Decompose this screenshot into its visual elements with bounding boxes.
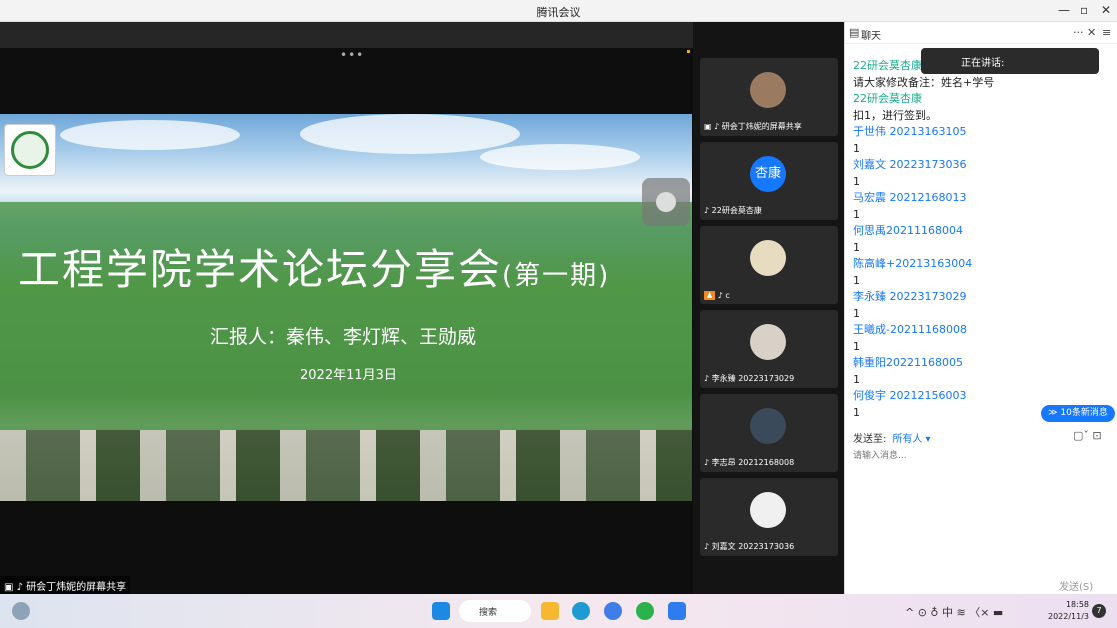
start-icon[interactable] — [432, 602, 450, 620]
participant-name: ♪ 刘嘉文 20223173036 — [704, 542, 795, 551]
chat-sender-name: 刘嘉文 20223173036 — [853, 158, 967, 171]
chat-message-text: 1 — [853, 141, 860, 155]
more-options-icon[interactable]: ••• — [340, 48, 364, 62]
close-button[interactable]: ✕ — [1101, 3, 1111, 17]
chat-sender-name: 于世伟 20213163105 — [853, 125, 967, 138]
chat-panel: ▤ 聊天 ··· ✕ ≡ 22研会莫杏康 请大家修改备注：姓名+学号 22研会莫杏康… — [844, 22, 1117, 594]
chat-sender-name: 何俊宇 20212156003 — [853, 389, 967, 402]
chat-message-text: 1 — [853, 339, 860, 353]
avatar — [750, 408, 786, 444]
chat-message-text: 1 — [853, 372, 860, 386]
participant-name: ♟ ♪ c — [704, 291, 730, 300]
file-explorer-icon[interactable] — [541, 602, 559, 620]
browser-icon[interactable] — [604, 602, 622, 620]
cloud-shape — [480, 144, 640, 170]
chat-sender-name: 何思禹20211168004 — [853, 224, 963, 237]
participant-tile[interactable]: ♪ 李永臻 20223173029 — [700, 310, 838, 388]
weather-icon[interactable] — [12, 602, 30, 620]
slide-reporter: 汇报人：秦伟、李灯辉、王勋威 — [210, 326, 477, 348]
avatar — [750, 492, 786, 528]
participant-tile[interactable]: ▣ ♪ 研会丁炜妮的屏幕共享 — [700, 58, 838, 136]
chat-sender-name: 李永臻 20223173029 — [853, 290, 967, 303]
system-tray[interactable]: ^ ⊙ ♁ 中 ≋ 〈× ▬ — [905, 604, 1003, 620]
participant-name: ▣ ♪ 研会丁炜妮的屏幕共享 — [704, 122, 802, 131]
chat-icon: ▤ — [849, 26, 860, 39]
shared-screen-area: ••• 工程学院学术论坛分享会(第一期) 汇报人：秦伟、李灯辉、王勋威 2022… — [0, 22, 693, 594]
screen-share-label: ▣ ♪ 研会丁炜妮的屏幕共享 — [0, 576, 130, 594]
participant-name: ♪ 李志昂 20212168008 — [704, 458, 795, 467]
chat-message-text: 扣1，进行签到。 — [853, 108, 937, 122]
chat-sender-name: 陈高峰+20213163004 — [853, 257, 973, 270]
participant-strip: ▣ ♪ 研会丁炜妮的屏幕共享 杏康 ♪ 22研会莫杏康 ♟ ♪ c ♪ 李永臻 … — [693, 22, 844, 594]
chat-header: ▤ 聊天 ··· ✕ ≡ — [845, 22, 1117, 44]
tencent-meeting-icon[interactable] — [668, 602, 686, 620]
file-icon[interactable]: ▢ˇ — [1073, 429, 1089, 442]
message-input[interactable] — [853, 448, 1108, 464]
avatar: 杏康 — [750, 156, 786, 192]
chat-message-list[interactable]: 22研会莫杏康 请大家修改备注：姓名+学号 22研会莫杏康 扣1，进行签到。 于世伟 2… — [853, 58, 1108, 421]
avatar — [750, 240, 786, 276]
chat-message-text: 1 — [853, 174, 860, 188]
chat-sender-name: 马宏震 20212168013 — [853, 191, 967, 204]
wechat-icon[interactable] — [636, 602, 654, 620]
clock[interactable]: 18:58 2022/11/3 — [1048, 599, 1089, 623]
close-icon[interactable]: ✕ — [1087, 26, 1096, 39]
participant-tile[interactable]: ♪ 刘嘉文 20223173036 — [700, 478, 838, 556]
participant-name: ♪ 22研会莫杏康 — [704, 206, 762, 215]
chat-message-text: 1 — [853, 240, 860, 254]
main-top-bar — [0, 22, 693, 48]
slide-photo-gate — [0, 430, 692, 501]
title-bar: 腾讯会议 — ▫ ✕ — [0, 0, 1117, 22]
avatar — [750, 324, 786, 360]
chat-sender-name: 王曦成-20211168008 — [853, 323, 967, 336]
menu-icon[interactable]: ≡ — [1102, 26, 1111, 39]
status-dot — [687, 50, 690, 53]
window-title: 腾讯会议 — [536, 6, 581, 19]
chat-message-text: 请大家修改备注：姓名+学号 — [853, 75, 995, 89]
floating-control-button[interactable] — [642, 178, 690, 226]
notification-badge[interactable]: 7 — [1092, 604, 1106, 618]
chat-title: 聊天 — [861, 31, 881, 42]
edge-icon[interactable] — [572, 602, 590, 620]
cloud-shape — [300, 114, 520, 154]
speaking-indicator: 正在讲话: — [921, 48, 1099, 74]
windows-taskbar: 搜索 ^ ⊙ ♁ 中 ≋ 〈× ▬ 18:58 2022/11/3 7 — [0, 594, 1117, 628]
cloud-shape — [60, 120, 240, 150]
taskbar-search[interactable]: 搜索 — [459, 600, 531, 622]
screenshot-icon[interactable]: ⊡ — [1092, 429, 1101, 442]
restore-button[interactable]: ▫ — [1080, 3, 1088, 17]
chat-message-text: 1 — [853, 306, 860, 320]
slide-date: 2022年11月3日 — [300, 368, 397, 383]
avatar — [750, 72, 786, 108]
chat-toolbar: ▢ˇ ⊡ — [1073, 429, 1102, 442]
participant-tile[interactable]: ♪ 李志昂 20212168008 — [700, 394, 838, 472]
more-icon[interactable]: ··· — [1073, 26, 1084, 39]
send-to-selector[interactable]: 发送至: 所有人 ▾ — [853, 430, 931, 445]
chat-message-text: 1 — [853, 207, 860, 221]
chat-sender-name: 韩重阳20221168005 — [853, 356, 963, 369]
presentation-slide: 工程学院学术论坛分享会(第一期) 汇报人：秦伟、李灯辉、王勋威 2022年11月… — [0, 114, 692, 501]
minimize-button[interactable]: — — [1058, 3, 1070, 17]
new-messages-badge[interactable]: ≫ 10条新消息 — [1041, 405, 1115, 422]
chat-message-text: 1 — [853, 273, 860, 287]
participant-tile[interactable]: 杏康 ♪ 22研会莫杏康 — [700, 142, 838, 220]
chat-sender-name: 22研会莫杏康 — [853, 92, 922, 105]
slide-title: 工程学院学术论坛分享会(第一期) — [18, 245, 611, 294]
send-button[interactable]: 发送(S) — [1059, 578, 1093, 593]
school-logo — [4, 124, 56, 176]
participant-name: ♪ 李永臻 20223173029 — [704, 374, 795, 383]
participant-tile[interactable]: ♟ ♪ c — [700, 226, 838, 304]
